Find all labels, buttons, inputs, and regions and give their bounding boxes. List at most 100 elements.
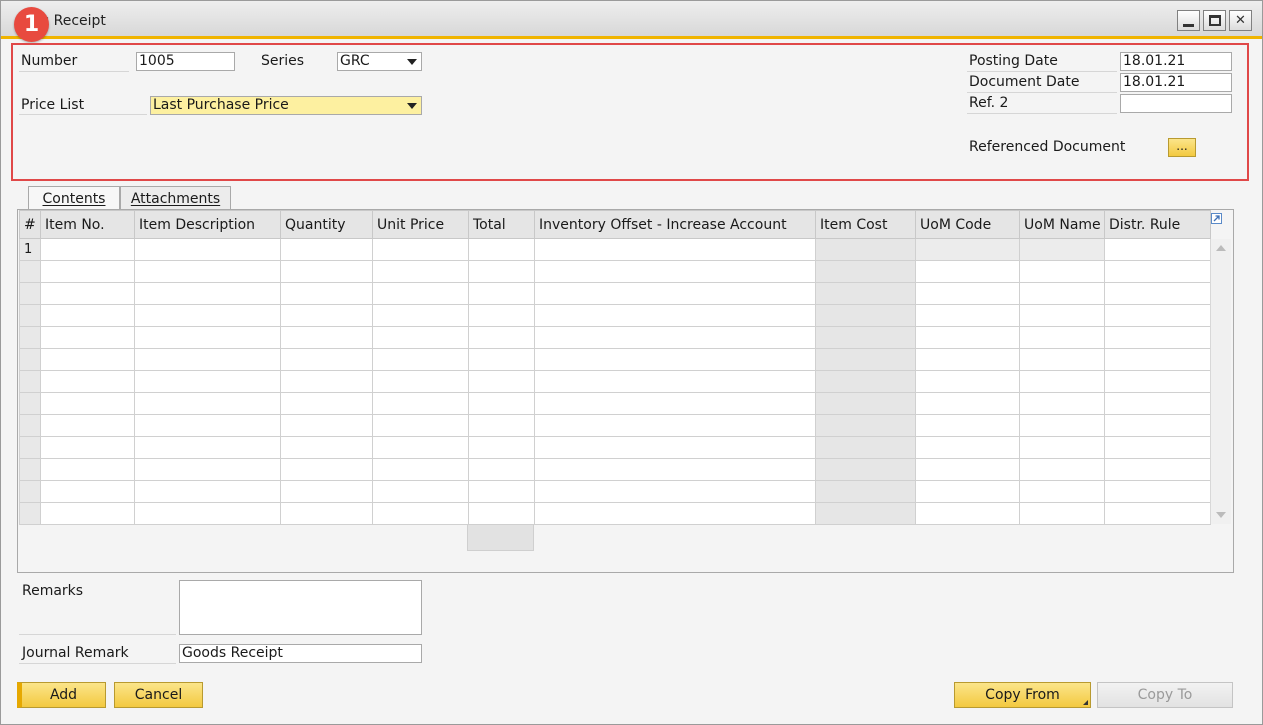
table-cell[interactable] <box>915 260 1020 283</box>
table-row[interactable] <box>19 326 1211 349</box>
close-button[interactable]: ✕ <box>1229 10 1252 31</box>
table-cell[interactable] <box>372 414 469 437</box>
table-cell[interactable] <box>280 436 373 459</box>
table-cell[interactable] <box>1019 502 1105 525</box>
table-cell[interactable] <box>468 260 535 283</box>
table-cell[interactable] <box>915 436 1020 459</box>
table-cell[interactable] <box>1019 348 1105 371</box>
table-cell[interactable] <box>815 238 916 261</box>
table-cell[interactable] <box>134 436 281 459</box>
table-cell[interactable] <box>534 304 816 327</box>
table-cell[interactable] <box>915 480 1020 503</box>
table-cell[interactable] <box>40 260 135 283</box>
table-cell[interactable] <box>534 238 816 261</box>
table-row[interactable] <box>19 370 1211 393</box>
table-cell[interactable] <box>468 370 535 393</box>
table-cell[interactable] <box>134 392 281 415</box>
table-cell[interactable] <box>134 458 281 481</box>
table-cell[interactable] <box>534 326 816 349</box>
table-cell[interactable] <box>372 370 469 393</box>
table-cell[interactable] <box>915 282 1020 305</box>
table-cell[interactable] <box>468 326 535 349</box>
table-cell[interactable] <box>1104 480 1211 503</box>
table-cell[interactable] <box>134 304 281 327</box>
table-cell[interactable] <box>534 480 816 503</box>
table-cell[interactable] <box>534 282 816 305</box>
column-header[interactable]: Item Cost <box>815 210 916 239</box>
table-cell[interactable] <box>372 392 469 415</box>
minimize-button[interactable] <box>1177 10 1200 31</box>
column-header[interactable]: Inventory Offset - Increase Account <box>534 210 816 239</box>
table-cell[interactable] <box>372 238 469 261</box>
table-cell[interactable] <box>40 480 135 503</box>
table-cell[interactable] <box>372 326 469 349</box>
table-cell[interactable] <box>815 480 916 503</box>
table-row[interactable] <box>19 260 1211 283</box>
table-cell[interactable] <box>372 304 469 327</box>
table-cell[interactable] <box>372 458 469 481</box>
posting-date-field[interactable]: 18.01.21 <box>1120 52 1232 71</box>
table-cell[interactable] <box>1019 370 1105 393</box>
grid-scrollbar[interactable] <box>1210 239 1231 524</box>
table-row[interactable] <box>19 348 1211 371</box>
table-cell[interactable] <box>372 282 469 305</box>
column-header[interactable]: Item Description <box>134 210 281 239</box>
table-cell[interactable] <box>468 414 535 437</box>
tab-attachments[interactable]: Attachments <box>120 186 231 211</box>
column-header[interactable]: Unit Price <box>372 210 469 239</box>
remarks-textarea[interactable] <box>179 580 422 635</box>
table-cell[interactable] <box>1019 238 1105 261</box>
table-cell[interactable] <box>1104 436 1211 459</box>
table-cell[interactable] <box>468 502 535 525</box>
table-cell[interactable] <box>534 348 816 371</box>
column-header[interactable]: Distr. Rule <box>1104 210 1211 239</box>
table-cell[interactable] <box>468 282 535 305</box>
document-date-field[interactable]: 18.01.21 <box>1120 73 1232 92</box>
table-cell[interactable] <box>134 260 281 283</box>
table-cell[interactable] <box>815 260 916 283</box>
table-cell[interactable] <box>1104 458 1211 481</box>
table-cell[interactable] <box>1019 326 1105 349</box>
table-cell[interactable] <box>915 304 1020 327</box>
table-cell[interactable] <box>915 348 1020 371</box>
column-header[interactable]: Quantity <box>280 210 373 239</box>
table-cell[interactable] <box>815 304 916 327</box>
table-cell[interactable] <box>1104 502 1211 525</box>
table-cell[interactable] <box>372 260 469 283</box>
table-cell[interactable] <box>468 304 535 327</box>
table-cell[interactable] <box>1104 304 1211 327</box>
column-header[interactable]: UoM Code <box>915 210 1020 239</box>
table-cell[interactable] <box>134 370 281 393</box>
table-cell[interactable] <box>1104 348 1211 371</box>
table-cell[interactable] <box>280 414 373 437</box>
number-field[interactable]: 1005 <box>136 52 235 71</box>
table-cell[interactable] <box>280 348 373 371</box>
table-cell[interactable] <box>134 502 281 525</box>
column-header[interactable]: UoM Name <box>1019 210 1105 239</box>
table-cell[interactable] <box>1019 414 1105 437</box>
table-row[interactable] <box>19 480 1211 503</box>
table-cell[interactable] <box>534 392 816 415</box>
table-cell[interactable] <box>372 480 469 503</box>
column-header[interactable]: Total <box>468 210 535 239</box>
table-cell[interactable] <box>815 436 916 459</box>
table-row[interactable] <box>19 458 1211 481</box>
table-cell[interactable] <box>134 480 281 503</box>
table-cell[interactable] <box>280 458 373 481</box>
scroll-up-icon[interactable] <box>1216 245 1226 251</box>
table-cell[interactable] <box>134 238 281 261</box>
table-cell[interactable] <box>40 238 135 261</box>
table-cell[interactable] <box>1104 260 1211 283</box>
table-cell[interactable] <box>40 458 135 481</box>
table-cell[interactable] <box>280 502 373 525</box>
table-cell[interactable] <box>1019 458 1105 481</box>
referenced-document-button[interactable]: ... <box>1168 138 1196 157</box>
table-row[interactable] <box>19 502 1211 525</box>
table-cell[interactable] <box>815 282 916 305</box>
table-cell[interactable] <box>468 392 535 415</box>
column-header[interactable]: Item No. <box>40 210 135 239</box>
table-cell[interactable] <box>468 480 535 503</box>
table-cell[interactable] <box>468 238 535 261</box>
table-cell[interactable] <box>815 370 916 393</box>
table-row[interactable]: 1 <box>19 238 1211 261</box>
